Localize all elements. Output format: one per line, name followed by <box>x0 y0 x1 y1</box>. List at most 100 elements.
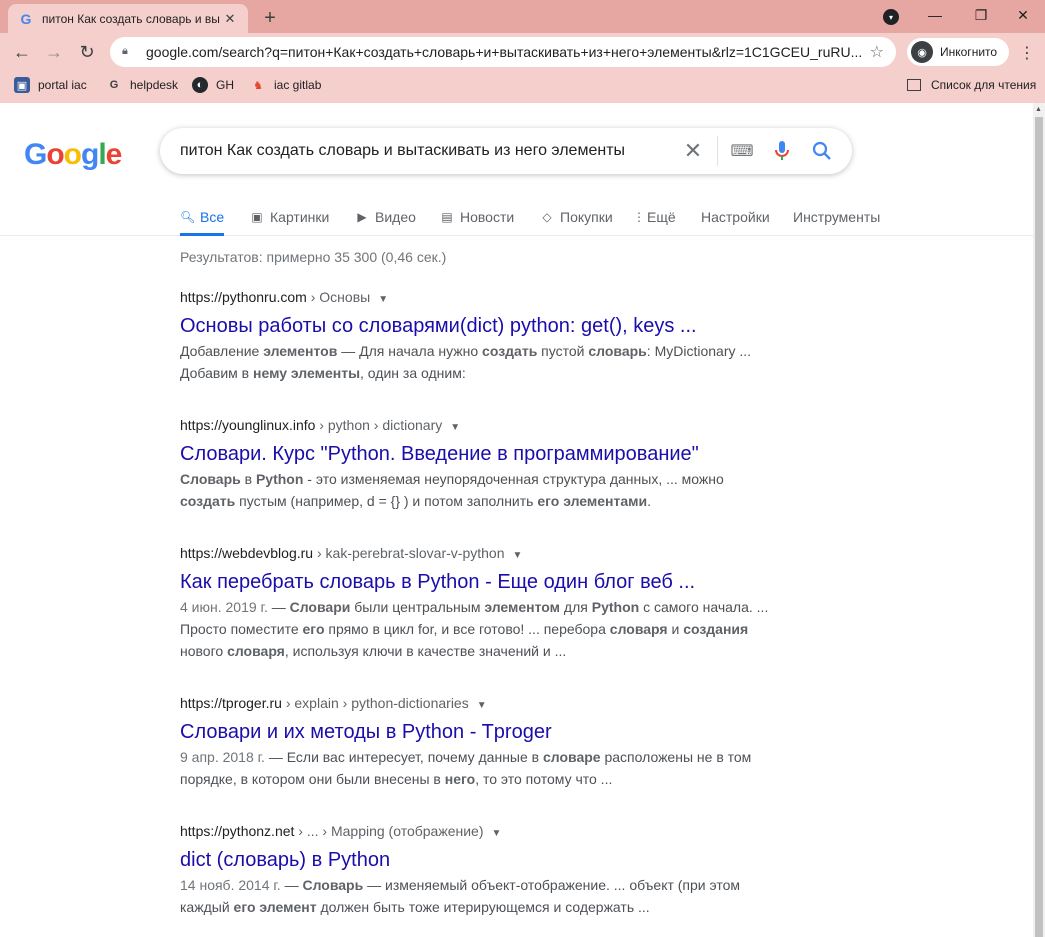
result-title-link[interactable]: Как перебрать словарь в Python - Еще оди… <box>180 569 780 595</box>
bookmark-helpdesk[interactable]: G helpdesk <box>106 75 178 95</box>
snippet-text: Добавим в <box>180 365 254 381</box>
scroll-up-icon[interactable]: ▲ <box>1035 106 1042 113</box>
bookmark-gh[interactable]: ◐ GH <box>192 75 234 95</box>
search-divider <box>717 136 718 166</box>
more-icon: ⋮ <box>633 210 645 224</box>
scrollbar[interactable]: ▲ <box>1033 103 1045 937</box>
tab-images[interactable]: ▣ Картинки <box>250 204 329 230</box>
portal-icon: ▣ <box>14 77 30 93</box>
result-menu-caret-icon[interactable]: ▼ <box>450 422 460 433</box>
snippet-text: прямо в цикл for, и все готово! ... пере… <box>324 621 610 637</box>
snippet-highlight: Python <box>591 599 640 615</box>
close-window-icon[interactable]: ✕ <box>1000 4 1045 26</box>
snippet-highlight: словарь <box>588 343 647 359</box>
browser-tab[interactable]: G питон Как создать словарь и вы ✕ <box>8 4 248 33</box>
search-box[interactable]: питон Как создать словарь и вытаскивать … <box>160 128 852 174</box>
bookmark-portal-iac[interactable]: ▣ portal iac <box>14 75 87 95</box>
bookmark-star-icon[interactable]: ☆ <box>870 42 884 62</box>
snippet-line: создать пустым (например, d = {} ) и пот… <box>180 490 780 512</box>
clear-icon[interactable]: ✕ <box>673 131 713 171</box>
github-icon: ◐ <box>192 77 208 93</box>
tab-more[interactable]: ⋮ Ещё <box>633 204 676 230</box>
result-path: › kak-perebrat-slovar-v-python <box>313 545 505 561</box>
search-icon[interactable] <box>802 131 842 171</box>
tab-all[interactable]: 🔍︎ Все <box>180 204 225 236</box>
snippet-text: были центральным <box>350 599 485 615</box>
result-url[interactable]: https://webdevblog.ru › kak-perebrat-slo… <box>180 543 780 563</box>
tab-close-icon[interactable]: ✕ <box>222 11 238 27</box>
minimize-icon[interactable]: — <box>912 4 958 26</box>
browser-menu-icon[interactable]: ⋮ <box>1018 43 1036 63</box>
result-menu-caret-icon[interactable]: ▼ <box>477 700 487 711</box>
search-tabs: 🔍︎ Все ▣ Картинки ▶ Видео ▤ Новости ◇ По… <box>0 199 1033 236</box>
snippet-text: . <box>647 493 652 509</box>
snippet-highlight: Python <box>255 471 304 487</box>
snippet-text: — <box>280 877 303 893</box>
tab-search-icon[interactable]: ▾ <box>883 9 899 25</box>
tab-label: Картинки <box>270 209 330 225</box>
snippet-text: порядке, в котором они были внесены в <box>180 771 445 787</box>
reading-list-button[interactable]: Список для чтения <box>907 75 1036 95</box>
search-result: https://pythonz.net › ... › Mapping (ото… <box>180 821 780 918</box>
result-domain: https://webdevblog.ru <box>180 545 314 561</box>
tab-settings[interactable]: Настройки <box>701 204 770 230</box>
result-path: › python › dictionary <box>315 417 443 433</box>
scrollbar-thumb[interactable] <box>1035 117 1043 937</box>
google-logo[interactable]: Google <box>24 138 122 172</box>
result-title-link[interactable]: Основы работы со словарями(dict) python:… <box>180 313 780 339</box>
restore-icon[interactable]: ❐ <box>958 4 1004 26</box>
snippet-text: расположены не в том <box>600 749 752 765</box>
result-date: 14 нояб. 2014 г. <box>180 877 281 893</box>
snippet-highlight: Словарь <box>302 877 364 893</box>
snippet-highlight: словаря <box>609 621 668 637</box>
snippet-highlight: нему <box>253 365 288 381</box>
snippet-highlight: создания <box>683 621 749 637</box>
search-input[interactable]: питон Как создать словарь и вытаскивать … <box>180 142 673 160</box>
result-title-link[interactable]: Словари и их методы в Python - Tproger <box>180 719 780 745</box>
snippet-line: 14 нояб. 2014 г. — Словарь — изменяемый … <box>180 874 780 896</box>
tab-video[interactable]: ▶ Видео <box>355 204 416 230</box>
tab-tools[interactable]: Инструменты <box>793 204 880 230</box>
search-result: https://webdevblog.ru › kak-perebrat-slo… <box>180 543 780 662</box>
snippet-text: нового <box>180 643 228 659</box>
result-snippet: Словарь в Python - это изменяемая неупор… <box>180 468 780 512</box>
bookmark-iac-gitlab[interactable]: ♞ iac gitlab <box>250 75 321 95</box>
snippet-text: , один за одним: <box>360 365 466 381</box>
incognito-icon: ◉ <box>911 41 933 63</box>
bookmark-label: iac gitlab <box>274 78 322 92</box>
forward-icon[interactable]: → <box>41 39 67 65</box>
new-tab-icon[interactable]: + <box>258 6 282 30</box>
google-icon: G <box>109 79 119 91</box>
reload-icon[interactable]: ↻ <box>74 39 100 65</box>
tab-news[interactable]: ▤ Новости <box>440 204 514 230</box>
tab-shopping[interactable]: ◇ Покупки <box>540 204 612 230</box>
keyboard-icon[interactable]: ⌨ <box>722 131 762 171</box>
result-menu-caret-icon[interactable]: ▼ <box>513 550 523 561</box>
tab-label: Видео <box>375 209 416 225</box>
snippet-text: пустой <box>537 343 589 359</box>
back-icon[interactable]: ← <box>9 39 35 65</box>
result-path: › ... › Mapping (отображение) <box>294 823 484 839</box>
snippet-highlight: Словари <box>289 599 351 615</box>
incognito-badge[interactable]: ◉ Инкогнито <box>907 38 1009 66</box>
result-url[interactable]: https://younglinux.info › python › dicti… <box>180 415 780 435</box>
result-menu-caret-icon[interactable]: ▼ <box>378 294 388 305</box>
result-menu-caret-icon[interactable]: ▼ <box>491 828 501 839</box>
search-icon: 🔍︎ <box>180 210 196 224</box>
result-title-link[interactable]: Словари. Курс "Python. Введение в програ… <box>180 441 780 467</box>
result-url[interactable]: https://tproger.ru › explain › python-di… <box>180 693 780 713</box>
search-results-page: Google питон Как создать словарь и вытас… <box>0 103 1033 937</box>
address-bar[interactable]: 🔒︎ google.com/search?q=питон+Как+создать… <box>110 37 896 67</box>
snippet-text: для <box>560 599 592 615</box>
result-url[interactable]: https://pythonru.com › Основы ▼ <box>180 287 780 307</box>
result-url[interactable]: https://pythonz.net › ... › Mapping (ото… <box>180 821 780 841</box>
snippet-line: порядке, в котором они были внесены в не… <box>180 768 780 790</box>
microphone-icon[interactable] <box>762 131 802 171</box>
snippet-line: Добавление элементов — Для начала нужно … <box>180 340 780 362</box>
result-title-link[interactable]: dict (словарь) в Python <box>180 847 780 873</box>
result-snippet: 9 апр. 2018 г. — Если вас интересует, по… <box>180 746 780 790</box>
snippet-text: пустым (например, d = {} ) и потом запол… <box>235 493 538 509</box>
result-stats: Результатов: примерно 35 300 (0,46 сек.) <box>180 249 447 265</box>
snippet-highlight: Словарь <box>180 471 241 487</box>
snippet-text: - это изменяемая неупорядоченная структу… <box>303 471 724 487</box>
